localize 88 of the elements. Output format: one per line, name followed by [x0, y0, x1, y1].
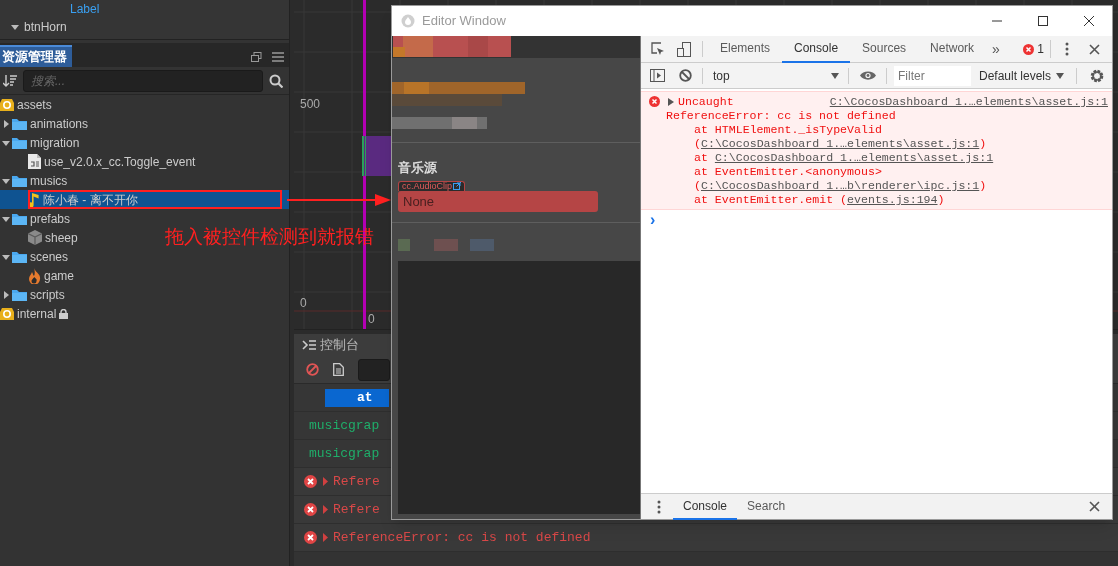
tree-item[interactable]: migration [0, 133, 82, 152]
error-icon [304, 531, 317, 544]
devtools-tab[interactable]: Elements [708, 35, 783, 63]
external-link-icon[interactable] [453, 182, 462, 190]
source-link[interactable]: C:\CocosDashboard 1.…elements\asset.js:1 [714, 151, 994, 164]
script-file-icon [28, 154, 41, 169]
node-label[interactable]: Label [0, 0, 289, 18]
more-options-icon[interactable] [657, 499, 661, 514]
settings-icon[interactable] [1090, 68, 1105, 83]
folder-icon [12, 117, 27, 130]
more-options-icon[interactable] [1065, 42, 1069, 56]
panel-tab[interactable]: 资源管理器 [0, 45, 72, 67]
tree-item[interactable]: prefabs [0, 209, 73, 228]
database-icon [0, 97, 14, 112]
tree-item[interactable]: game [0, 266, 77, 285]
tree-item[interactable]: assets [0, 95, 54, 114]
console-icon [302, 340, 316, 350]
caret-right-icon[interactable] [668, 98, 674, 106]
stack-trace-line: at C:\CocosDashboard 1.…elements\asset.js:1 [693, 151, 995, 165]
tree-item[interactable]: scripts [0, 285, 67, 304]
device-icon[interactable] [677, 41, 692, 57]
panel-title: 控制台 [320, 336, 359, 355]
tree-item[interactable]: sheep [0, 228, 80, 247]
sort-icon[interactable] [3, 73, 17, 88]
axis-label: 0 [368, 311, 375, 328]
stack-trace-line: at EventEmitter.emit (events.js:194) [693, 193, 946, 207]
popout-icon[interactable] [251, 52, 262, 62]
eye-icon[interactable] [860, 70, 876, 81]
devtools-tab[interactable]: Sources [850, 35, 919, 63]
flame-icon [28, 267, 41, 284]
error-icon [304, 475, 317, 488]
error-icon [649, 96, 660, 107]
search-field[interactable]: 搜索... [23, 69, 263, 92]
folder-icon [12, 212, 27, 225]
folder-icon [12, 288, 27, 301]
tree-item[interactable]: scenes [0, 247, 71, 266]
log-message[interactable]: musicgrap [309, 415, 380, 436]
section-title: 音乐源 [397, 159, 438, 177]
axis-label: 500 [300, 96, 321, 113]
app-icon [401, 14, 415, 28]
clear-icon[interactable] [306, 363, 319, 376]
error-text: ReferenceError: cc is not defined [666, 109, 897, 123]
tree-item[interactable]: internal [0, 304, 71, 323]
close-icon[interactable] [1089, 43, 1100, 55]
tree-item[interactable]: use_v2.0.x_cc.Toggle_event [0, 152, 198, 171]
stack-trace-line: at EventEmitter.<anonymous> (C:\CocosDashboard 1.…b\renderer\ipc.js:1) [693, 165, 988, 193]
drawer-tab[interactable]: Console [673, 493, 738, 520]
folder-icon [12, 174, 27, 187]
music-note-icon [28, 192, 40, 207]
close-icon[interactable] [1089, 501, 1100, 512]
node-label[interactable]: btnHorn [24, 18, 67, 36]
filter-field[interactable]: Filter [894, 65, 971, 86]
type-tag: cc.AudioClip [398, 180, 466, 191]
source-link[interactable]: C:\CocosDashboard 1.…b\renderer\ipc.js:1 [700, 179, 980, 192]
drawer-tab[interactable]: Search [737, 493, 796, 520]
database-icon [0, 306, 14, 321]
axis-label: 0 [300, 295, 307, 312]
node-shape [362, 136, 392, 176]
menu-icon[interactable] [272, 52, 284, 62]
search-icon[interactable] [269, 73, 283, 88]
tree-item[interactable]: animations [0, 114, 91, 133]
error-count-badge[interactable]: 1 [1023, 40, 1051, 58]
dropdown-caret-icon [1056, 72, 1065, 79]
cube-icon [28, 230, 42, 245]
levels-dropdown[interactable]: Default levels [979, 66, 1065, 85]
clear-icon[interactable] [679, 69, 692, 82]
folder-icon [12, 136, 27, 149]
sidebar-toggle-icon[interactable] [650, 69, 665, 82]
inspect-icon[interactable] [651, 41, 666, 57]
tree-item[interactable]: musics [0, 171, 70, 190]
context-dropdown[interactable]: top [713, 66, 839, 85]
error-icon [304, 503, 317, 516]
log-message[interactable]: musicgrap [309, 443, 380, 464]
console-prompt[interactable]: › [641, 211, 1112, 229]
filter-field[interactable] [358, 358, 390, 381]
window-title: Editor Window [422, 12, 506, 31]
source-link[interactable]: C:\CocosDashboard 1.…elements\asset.js:1 [829, 95, 1108, 109]
stack-trace-line: at HTMLElement._isTypeValid (C:\CocosDashboard 1.…elements\asset.js:1) [693, 123, 988, 151]
more-tabs-button[interactable]: » [992, 38, 1000, 60]
error-summary[interactable]: Uncaught [678, 95, 734, 109]
document-icon[interactable] [333, 363, 344, 376]
source-link[interactable]: C:\CocosDashboard 1.…elements\asset.js:1 [700, 137, 980, 150]
log-message[interactable]: at [325, 388, 389, 407]
source-link[interactable]: events.js:194 [847, 193, 938, 206]
error-icon [1023, 43, 1035, 55]
folder-icon [12, 250, 27, 263]
dropdown-caret-icon [831, 72, 839, 79]
devtools-tab[interactable]: Network [918, 35, 987, 63]
